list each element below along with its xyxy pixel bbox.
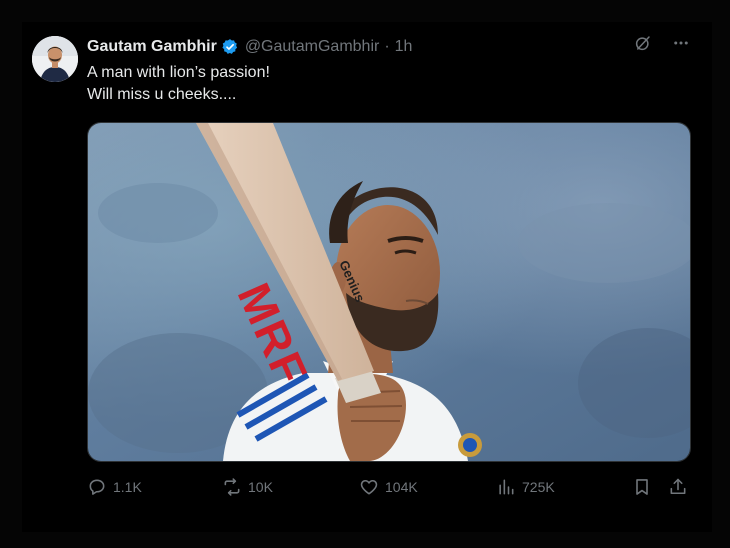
like-count: 104K	[385, 479, 418, 495]
more-icon[interactable]	[672, 34, 690, 52]
reply-icon	[87, 477, 107, 497]
tweet-text-line-1: A man with lion’s passion!	[87, 64, 270, 81]
header-actions	[634, 34, 690, 52]
header-separator: ·	[384, 38, 390, 55]
tweet-actions: 1.1K 10K 104K 725K	[87, 475, 697, 499]
tweet-text-line-2: Will miss u cheeks....	[87, 86, 237, 103]
tweet-text: A man with lion’s passion! Will miss u c…	[87, 62, 270, 106]
grok-icon[interactable]	[634, 34, 652, 52]
share-button[interactable]	[668, 475, 688, 499]
tweet-card[interactable]: Gautam Gambhir @GautamGambhir · 1h A man…	[22, 22, 712, 532]
bookmark-button[interactable]	[632, 475, 652, 499]
tweet-header: Gautam Gambhir @GautamGambhir · 1h	[87, 36, 707, 58]
bookmark-icon	[632, 477, 652, 497]
reply-button[interactable]: 1.1K	[87, 475, 142, 499]
repost-icon	[222, 477, 242, 497]
verified-badge-icon	[221, 38, 239, 56]
repost-button[interactable]: 10K	[222, 475, 273, 499]
tweet-time[interactable]: 1h	[395, 38, 413, 56]
tweet-photo[interactable]: MRF Genius	[87, 122, 691, 462]
avatar[interactable]	[32, 36, 78, 82]
reply-count: 1.1K	[113, 479, 142, 495]
views-count: 725K	[522, 479, 555, 495]
share-icon	[668, 477, 688, 497]
photo-illustration	[88, 123, 690, 461]
author-handle[interactable]: @GautamGambhir	[245, 38, 380, 56]
avatar-image	[32, 36, 78, 82]
author-name[interactable]: Gautam Gambhir	[87, 38, 217, 56]
like-button[interactable]: 104K	[359, 475, 418, 499]
screenshot-frame: Gautam Gambhir @GautamGambhir · 1h A man…	[0, 0, 730, 548]
repost-count: 10K	[248, 479, 273, 495]
views-button[interactable]: 725K	[496, 475, 555, 499]
views-icon	[496, 477, 516, 497]
like-icon	[359, 477, 379, 497]
